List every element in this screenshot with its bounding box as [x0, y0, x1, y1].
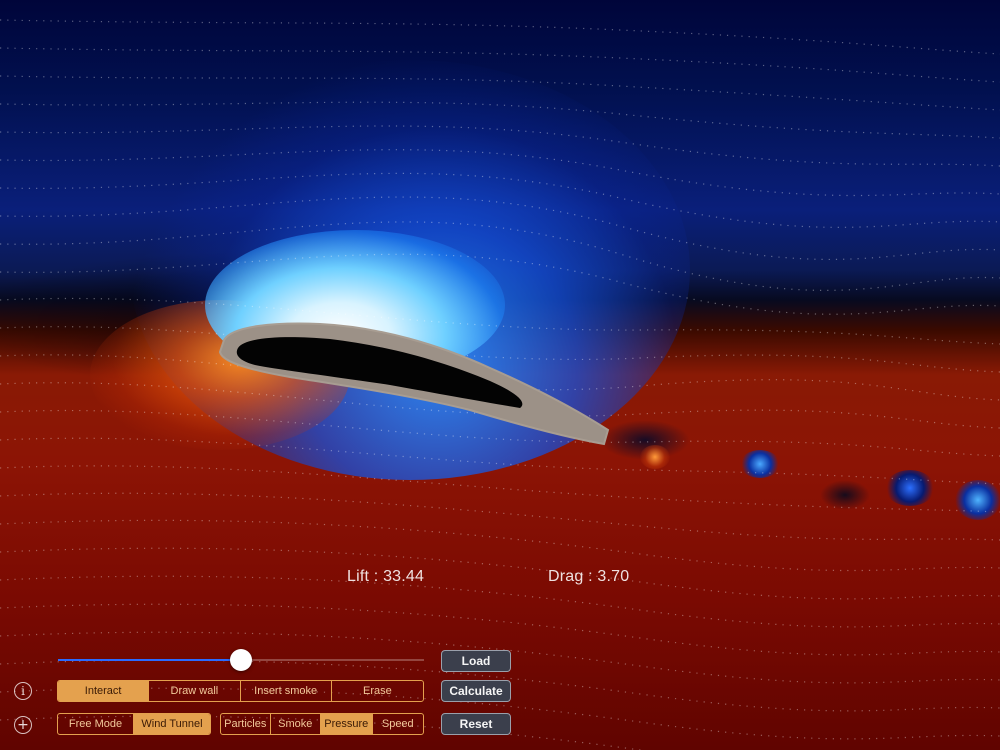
tab-free-mode[interactable]: Free Mode	[58, 714, 134, 734]
load-button[interactable]: Load	[441, 650, 511, 672]
wind-speed-slider-thumb[interactable]	[230, 649, 252, 671]
pressure-simulation-canvas[interactable]: Lift : 33.44 Drag : 3.70	[0, 0, 1000, 750]
tab-draw-wall[interactable]: Draw wall	[149, 681, 241, 701]
tab-smoke[interactable]: Smoke	[271, 714, 322, 734]
view-segmented-control: Particles Smoke Pressure Speed	[220, 713, 424, 735]
tab-speed[interactable]: Speed	[373, 714, 423, 734]
info-icon[interactable]: i	[14, 682, 32, 700]
plus-circle-icon[interactable]: +	[14, 716, 32, 734]
tab-particles[interactable]: Particles	[221, 714, 271, 734]
calculate-button[interactable]: Calculate	[441, 680, 511, 702]
tunnel-segmented-control: Free Mode Wind Tunnel	[57, 713, 211, 735]
tab-pressure[interactable]: Pressure	[321, 714, 373, 734]
drag-readout: Drag : 3.70	[548, 568, 630, 585]
tab-wind-tunnel[interactable]: Wind Tunnel	[134, 714, 210, 734]
wind-speed-slider-fill	[58, 659, 241, 661]
airfoil-wall[interactable]	[0, 0, 1000, 750]
tab-interact[interactable]: Interact	[58, 681, 150, 701]
reset-button[interactable]: Reset	[441, 713, 511, 735]
lift-readout: Lift : 33.44	[347, 568, 425, 585]
mode-segmented-control: Interact Draw wall Insert smoke Erase	[57, 680, 424, 702]
tab-erase[interactable]: Erase	[332, 681, 423, 701]
tab-insert-smoke[interactable]: Insert smoke	[241, 681, 332, 701]
